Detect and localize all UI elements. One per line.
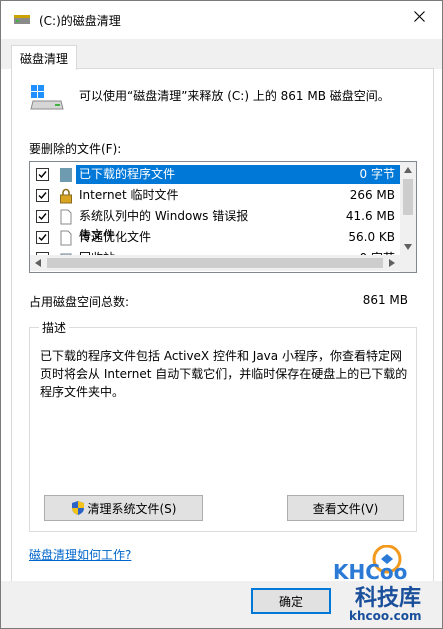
item-name: Internet 临时文件 — [79, 188, 179, 202]
checkbox[interactable] — [36, 189, 49, 202]
horizontal-scrollbar[interactable] — [30, 255, 400, 271]
watermark-domain: khcoo.com — [349, 609, 422, 623]
disk-cleanup-icon — [14, 15, 30, 24]
window-title: (C:)的磁盘清理 — [39, 14, 121, 28]
list-item-downloaded-programs[interactable]: 已下载的程序文件 0 字节 — [30, 164, 400, 185]
checkbox[interactable] — [36, 231, 49, 244]
close-button[interactable] — [396, 1, 442, 31]
checkmark-icon — [38, 171, 47, 179]
help-link[interactable]: 磁盘清理如何工作? — [29, 546, 131, 563]
total-space-label: 占用磁盘空间总数: — [29, 295, 130, 309]
ok-button[interactable]: 确定 — [251, 588, 331, 614]
horizontal-scroll-thumb[interactable] — [47, 258, 383, 268]
title-bar: (C:)的磁盘清理 — [1, 1, 442, 39]
checkmark-icon — [38, 192, 47, 200]
tab-panel: 可以使用“磁盘清理”来释放 (C:) 上的 861 MB 磁盘空间。 要删除的文… — [11, 68, 434, 582]
scroll-left-button[interactable] — [30, 255, 46, 271]
watermark-logo: KHCoo 科技库 khcoo.com — [333, 545, 422, 623]
list-item-internet-temp[interactable]: Internet 临时文件 266 MB — [30, 185, 400, 206]
lock-icon — [60, 188, 72, 203]
folder-icon — [60, 167, 72, 182]
chevron-up-icon — [404, 167, 412, 173]
scroll-right-button[interactable] — [384, 255, 400, 271]
ok-label: 确定 — [278, 594, 303, 609]
checkbox[interactable] — [36, 168, 49, 181]
scroll-down-button[interactable] — [400, 239, 416, 255]
watermark-site: 科技库 — [355, 586, 421, 611]
document-icon — [60, 230, 72, 245]
files-listbox[interactable]: 已下载的程序文件 0 字节 Internet 临时文件 266 MB 系统队列中… — [29, 161, 417, 273]
item-size: 0 字节 — [305, 165, 400, 184]
clean-system-files-button[interactable]: 清理系统文件(S) — [44, 495, 203, 521]
intro-text: 可以使用“磁盘清理”来释放 (C:) 上的 861 MB 磁盘空间。 — [79, 89, 390, 103]
shield-icon — [71, 501, 84, 515]
checkmark-icon — [38, 213, 47, 221]
list-item-delivery-optimization[interactable]: 传递优化文件 56.0 KB — [30, 227, 400, 248]
description-text: 已下载的程序文件包括 ActiveX 控件和 Java 小程序，你查看特定网页时… — [40, 349, 408, 399]
checkmark-icon — [38, 234, 47, 242]
close-icon — [413, 10, 425, 22]
item-size: 41.6 MB — [345, 209, 395, 223]
item-size: 56.0 KB — [348, 230, 395, 244]
chevron-left-icon — [35, 259, 41, 267]
item-name: 传递优化文件 — [79, 230, 152, 244]
tab-label: 磁盘清理 — [19, 51, 68, 66]
files-to-delete-label: 要删除的文件(F): — [29, 142, 122, 156]
drive-icon — [30, 85, 64, 110]
scrollbar-corner — [400, 256, 416, 272]
list-item-error-reports[interactable]: 系统队列中的 Windows 错误报告文件 41.6 MB — [30, 206, 400, 242]
total-space-value: 861 MB — [362, 293, 408, 307]
disk-cleanup-window: (C:)的磁盘清理 磁盘清理 可以使用“磁盘清理”来释放 (C:) 上的 861… — [0, 0, 443, 629]
document-icon — [60, 209, 72, 224]
item-name: 系统队列中的 Windows 错误报告文件 — [79, 209, 249, 242]
view-files-button[interactable]: 查看文件(V) — [287, 495, 404, 521]
tab-strip: 磁盘清理 — [1, 39, 442, 70]
tab-disk-cleanup[interactable]: 磁盘清理 — [11, 45, 77, 70]
chevron-right-icon — [389, 259, 395, 267]
checkbox[interactable] — [36, 210, 49, 223]
watermark-brand: KHCoo — [333, 560, 407, 584]
view-files-label: 查看文件(V) — [312, 501, 379, 516]
clean-system-files-label: 清理系统文件(S) — [87, 501, 177, 516]
scroll-up-button[interactable] — [400, 162, 416, 178]
description-title: 描述 — [39, 319, 70, 336]
vertical-scroll-thumb[interactable] — [403, 179, 413, 215]
chevron-down-icon — [404, 244, 412, 250]
item-size: 266 MB — [349, 188, 395, 202]
